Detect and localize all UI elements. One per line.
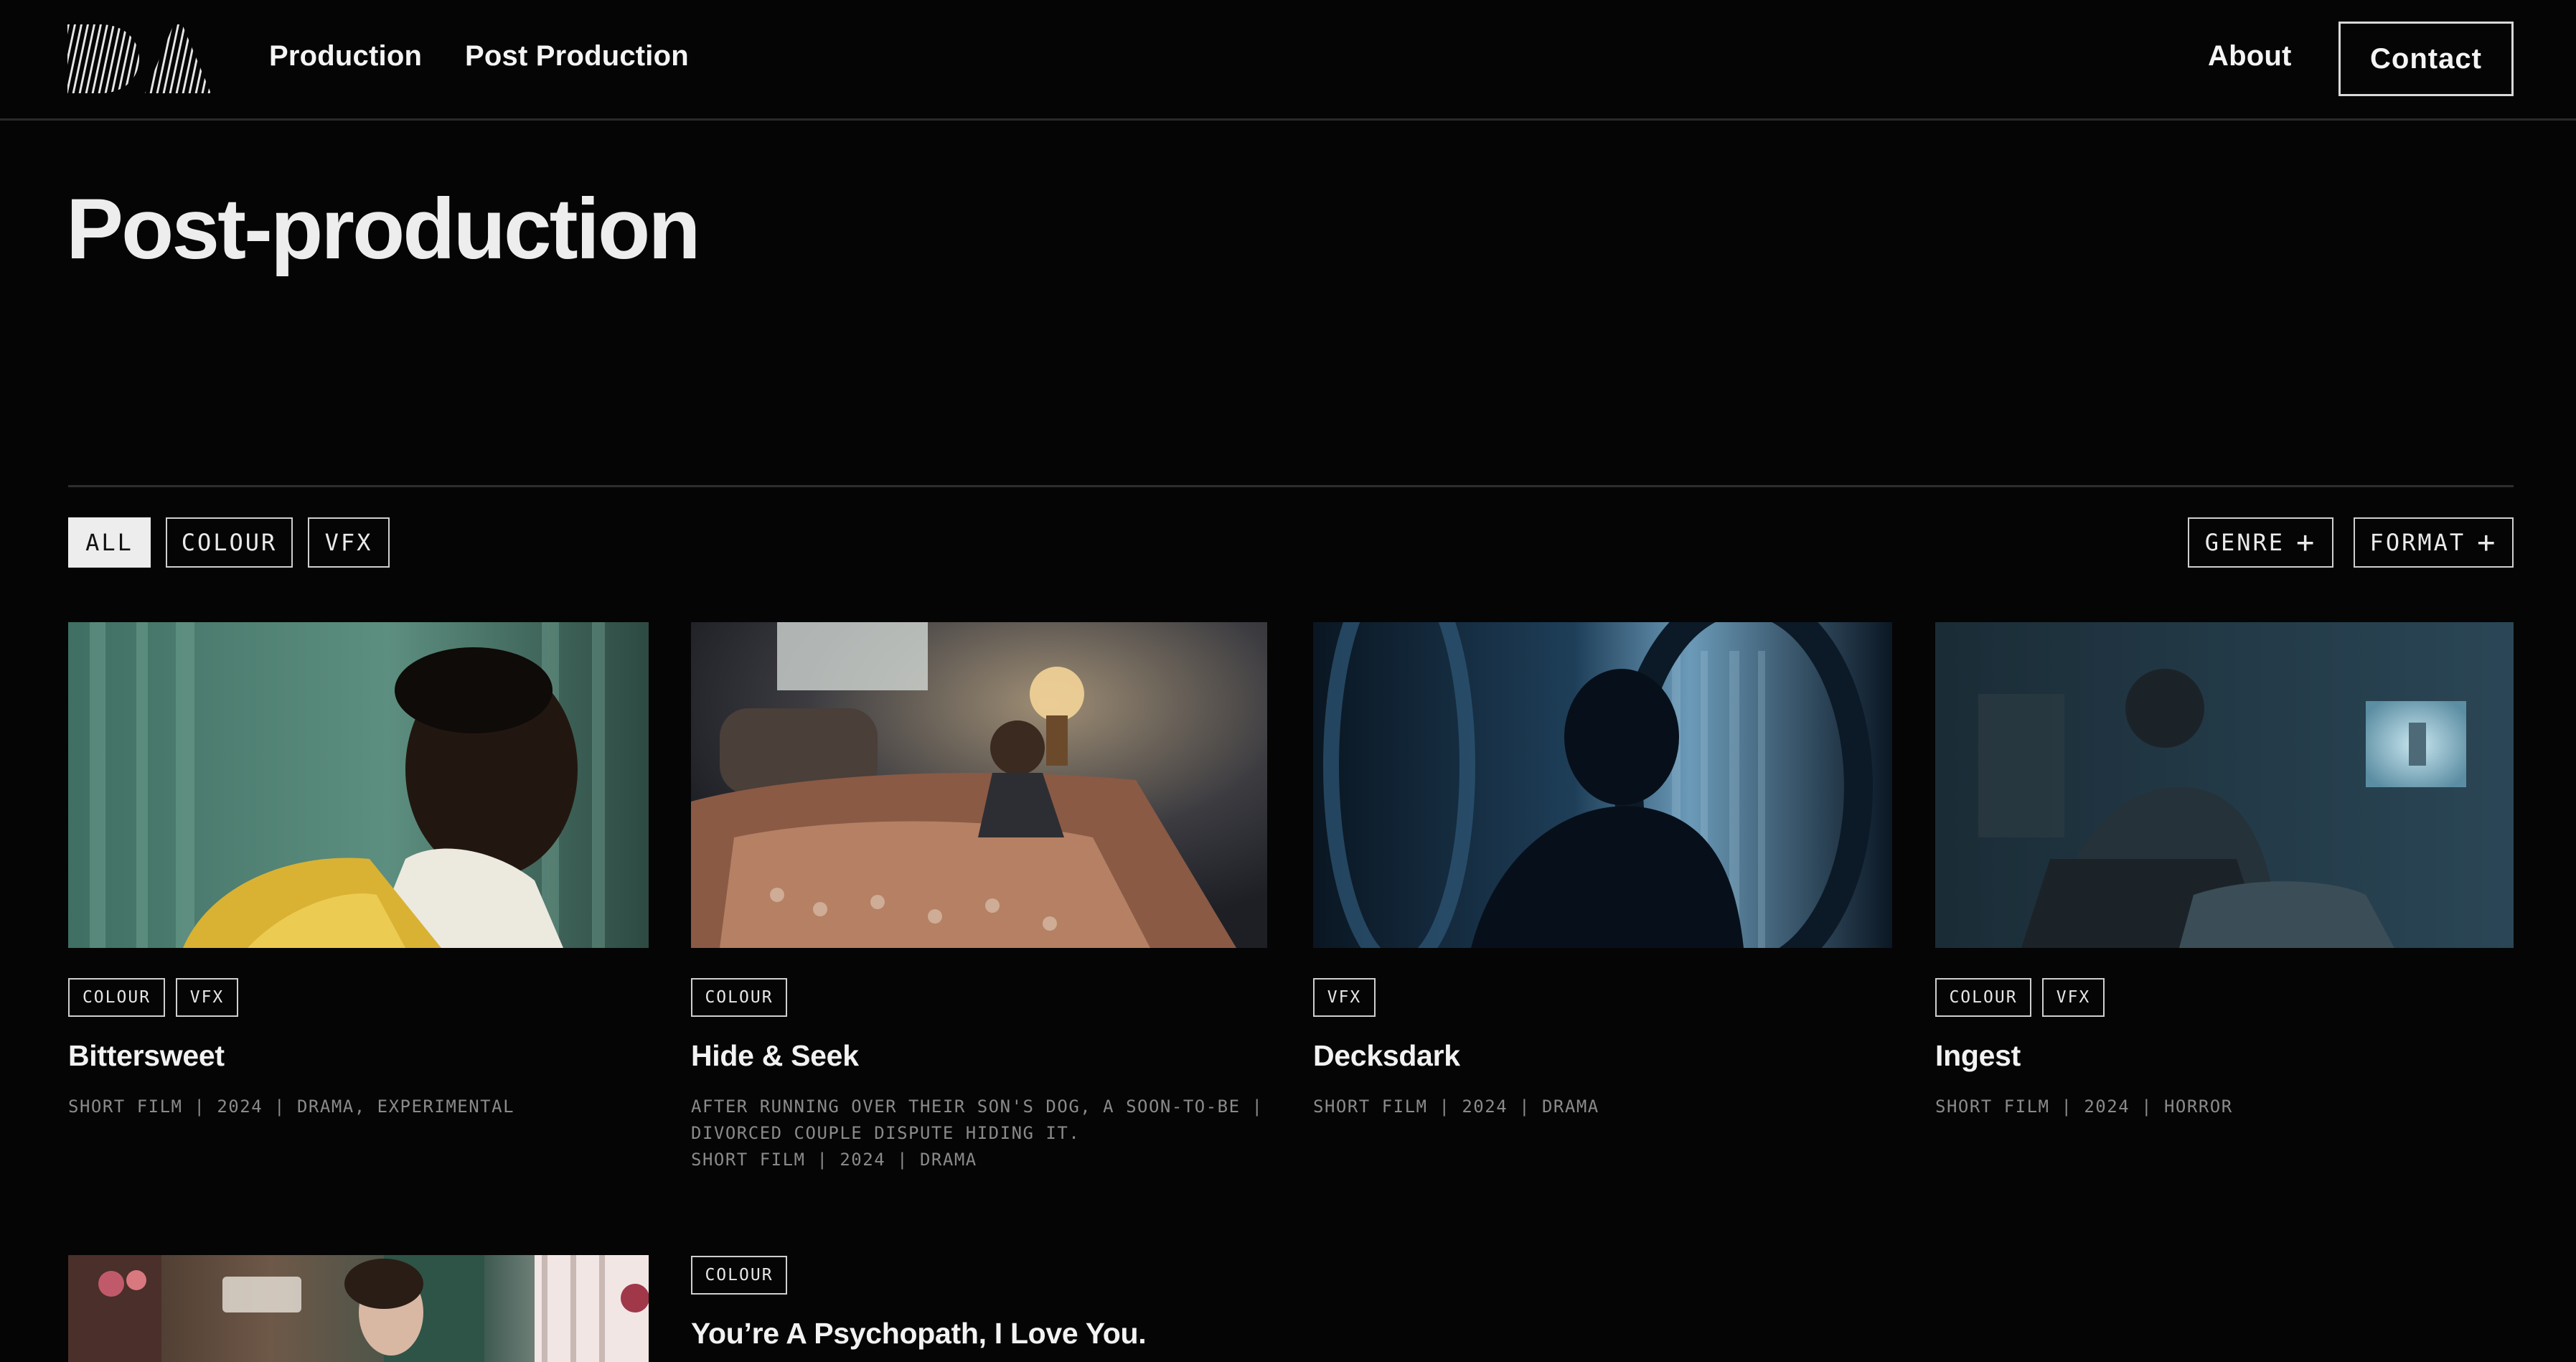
project-thumbnail[interactable] (68, 1255, 649, 1362)
page-title: Post-production (66, 181, 701, 277)
project-meta: SHORT FILM | 2024 | DRAMA (1313, 1096, 1599, 1117)
project-title[interactable]: Hide & Seek (691, 1039, 859, 1073)
plus-icon: + (2296, 525, 2317, 560)
tag-vfx: VFX (2042, 978, 2105, 1017)
tag-vfx: VFX (1313, 978, 1376, 1017)
format-label: FORMAT (2369, 529, 2466, 556)
tag-colour: COLOUR (691, 978, 787, 1017)
nav-about[interactable]: About (2208, 40, 2292, 72)
filter-all[interactable]: ALL (68, 517, 151, 568)
divider (68, 485, 2514, 487)
logo[interactable] (67, 24, 211, 93)
project-title[interactable]: Decksdark (1313, 1039, 1460, 1073)
filter-vfx[interactable]: VFX (308, 517, 390, 568)
project-meta: SHORT FILM | 2024 | HORROR (1935, 1096, 2233, 1117)
nav-production[interactable]: Production (269, 40, 422, 72)
tag-colour: COLOUR (691, 1256, 787, 1295)
site-header: Production Post Production About Contact (0, 0, 2576, 121)
project-thumbnail[interactable] (1935, 622, 2514, 948)
project-title[interactable]: Ingest (1935, 1039, 2021, 1073)
project-meta: SHORT FILM | 2024 | DRAMA (691, 1150, 977, 1170)
filter-colour[interactable]: COLOUR (166, 517, 293, 568)
nav-post-production[interactable]: Post Production (465, 40, 689, 72)
genre-label: GENRE (2204, 529, 2285, 556)
tag-colour: COLOUR (68, 978, 165, 1017)
project-meta: SHORT FILM | 2024 | DRAMA, EXPERIMENTAL (68, 1096, 515, 1117)
project-thumbnail[interactable] (691, 622, 1267, 948)
project-thumbnail[interactable] (68, 622, 649, 948)
plus-icon: + (2477, 525, 2498, 560)
logo-mark-icon (67, 24, 211, 93)
project-description: DIVORCED COUPLE DISPUTE HIDING IT. (691, 1123, 1081, 1143)
tag-vfx: VFX (176, 978, 238, 1017)
tag-colour: COLOUR (1935, 978, 2031, 1017)
project-description: AFTER RUNNING OVER THEIR SON'S DOG, A SO… (691, 1096, 1264, 1117)
project-title[interactable]: You’re A Psychopath, I Love You. (691, 1317, 1147, 1351)
contact-button[interactable]: Contact (2338, 22, 2514, 96)
format-dropdown[interactable]: FORMAT + (2354, 517, 2514, 568)
genre-dropdown[interactable]: GENRE + (2188, 517, 2333, 568)
project-thumbnail[interactable] (1313, 622, 1892, 948)
project-title[interactable]: Bittersweet (68, 1039, 225, 1073)
